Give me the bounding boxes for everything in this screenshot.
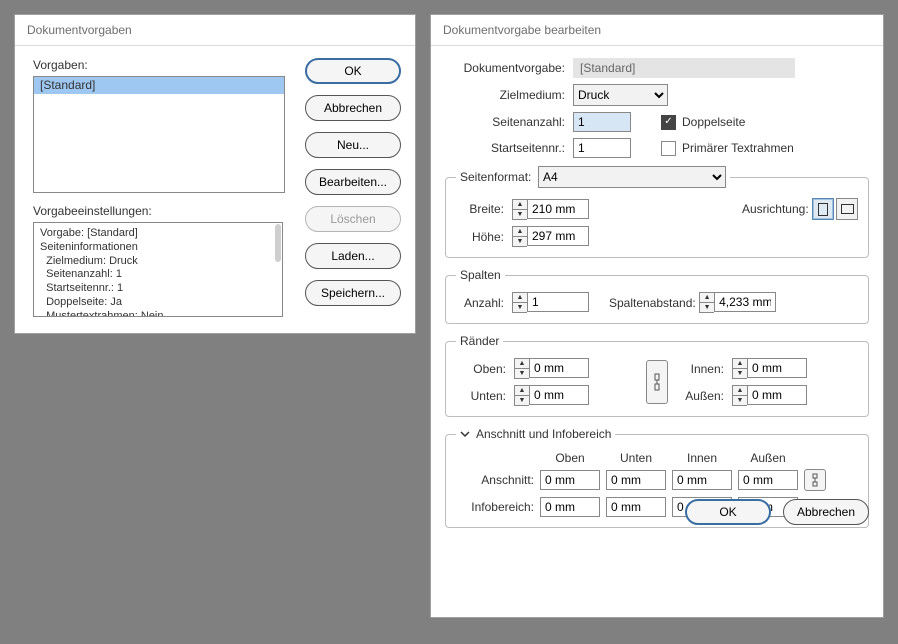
link-margins-button[interactable]	[646, 360, 668, 404]
margin-bottom-spinner[interactable]: ▲▼	[514, 385, 589, 406]
column-count-spinner[interactable]: ▲▼	[512, 292, 589, 313]
preset-item-standard[interactable]: [Standard]	[34, 77, 284, 94]
orientation-landscape-button[interactable]	[836, 198, 858, 220]
column-count-label: Anzahl:	[456, 296, 512, 310]
primary-text-frame-label: Primärer Textrahmen	[682, 141, 794, 155]
settings-textarea[interactable]: Vorgabe: [Standard] Seiteninformationen …	[33, 222, 283, 317]
col-top: Oben	[540, 451, 600, 465]
intent-label: Zielmedium:	[445, 88, 573, 102]
columns-legend: Spalten	[456, 268, 505, 282]
up-icon[interactable]: ▲	[700, 293, 714, 302]
bleed-label: Anschnitt:	[456, 473, 534, 487]
intent-select[interactable]: Druck	[573, 84, 668, 106]
facing-pages-label: Doppelseite	[682, 115, 745, 129]
save-button[interactable]: Speichern...	[305, 280, 401, 306]
bleed-top-input[interactable]	[540, 470, 600, 490]
margin-bottom-label: Unten:	[456, 389, 514, 403]
col-outer: Außen	[738, 451, 798, 465]
height-spinner[interactable]: ▲▼	[512, 226, 589, 247]
edit-document-preset-dialog: Dokumentvorgabe bearbeiten Dokumentvorga…	[430, 14, 884, 618]
cancel-button[interactable]: Abbrechen	[305, 95, 401, 121]
down-icon[interactable]: ▼	[700, 302, 714, 312]
margin-outer-spinner[interactable]: ▲▼	[732, 385, 807, 406]
page-size-select[interactable]: A4	[538, 166, 726, 188]
down-icon[interactable]: ▼	[513, 236, 527, 246]
margin-top-label: Oben:	[456, 362, 514, 376]
preset-name-label: Dokumentvorgabe:	[445, 61, 573, 75]
page-format-group: Seitenformat: A4 Breite: ▲▼ Ausrichtung:…	[445, 166, 869, 258]
presets-listbox[interactable]: [Standard]	[33, 76, 285, 193]
load-button[interactable]: Laden...	[305, 243, 401, 269]
up-icon[interactable]: ▲	[513, 200, 527, 209]
down-icon[interactable]: ▼	[513, 209, 527, 219]
check-icon: ✓	[661, 115, 676, 130]
dialog-title: Dokumentvorgaben	[15, 15, 415, 46]
document-presets-dialog: Dokumentvorgaben Vorgaben: [Standard] OK…	[14, 14, 416, 334]
startpage-label: Startseitennr.:	[445, 141, 573, 155]
facing-pages-checkbox[interactable]: ✓ Doppelseite	[661, 115, 745, 130]
page-format-label: Seitenformat:	[460, 170, 531, 184]
scrollbar-thumb[interactable]	[275, 224, 281, 262]
margin-top-spinner[interactable]: ▲▼	[514, 358, 589, 379]
bleed-inner-input[interactable]	[672, 470, 732, 490]
settings-label: Vorgabeeinstellungen:	[33, 204, 152, 218]
column-gap-label: Spaltenabstand:	[609, 296, 696, 310]
link-icon	[653, 373, 661, 391]
width-label: Breite:	[456, 202, 512, 216]
column-count-input[interactable]	[527, 292, 589, 312]
height-input[interactable]	[527, 226, 589, 246]
ok-button[interactable]: OK	[305, 58, 401, 84]
new-button[interactable]: Neu...	[305, 132, 401, 158]
link-bleed-button[interactable]	[804, 469, 826, 491]
col-inner: Innen	[672, 451, 732, 465]
slug-bottom-input[interactable]	[606, 497, 666, 517]
bleed-bottom-input[interactable]	[606, 470, 666, 490]
pages-label: Seitenanzahl:	[445, 115, 573, 129]
bleed-outer-input[interactable]	[738, 470, 798, 490]
up-icon[interactable]: ▲	[513, 293, 527, 302]
primary-text-frame-checkbox[interactable]: Primärer Textrahmen	[661, 141, 794, 156]
margin-inner-spinner[interactable]: ▲▼	[732, 358, 807, 379]
column-gap-input[interactable]	[714, 292, 776, 312]
height-label: Höhe:	[456, 230, 512, 244]
slug-label: Infobereich:	[456, 500, 534, 514]
bleed-slug-legend: Anschnitt und Infobereich	[476, 427, 611, 441]
link-icon	[811, 473, 819, 487]
width-spinner[interactable]: ▲▼	[512, 199, 589, 220]
delete-button: Löschen	[305, 206, 401, 232]
presets-label: Vorgaben:	[33, 58, 88, 72]
up-icon[interactable]: ▲	[513, 227, 527, 236]
preset-name-field[interactable]: [Standard]	[573, 58, 795, 78]
edit-button[interactable]: Bearbeiten...	[305, 169, 401, 195]
margin-inner-label: Innen:	[674, 362, 732, 376]
margins-group: Ränder Oben: ▲▼ Unten: ▲▼	[445, 334, 869, 417]
bleed-slug-toggle[interactable]: Anschnitt und Infobereich	[456, 427, 615, 441]
orientation-portrait-button[interactable]	[812, 198, 834, 220]
margin-outer-label: Außen:	[674, 389, 732, 403]
check-icon	[661, 141, 676, 156]
down-icon[interactable]: ▼	[513, 302, 527, 312]
columns-group: Spalten Anzahl: ▲▼ Spaltenabstand: ▲▼	[445, 268, 869, 324]
pages-input[interactable]	[573, 112, 631, 132]
col-bottom: Unten	[606, 451, 666, 465]
slug-top-input[interactable]	[540, 497, 600, 517]
margins-legend: Ränder	[456, 334, 503, 348]
width-input[interactable]	[527, 199, 589, 219]
settings-text: Vorgabe: [Standard] Seiteninformationen …	[40, 227, 276, 317]
orientation-label: Ausrichtung:	[742, 202, 809, 216]
chevron-down-icon	[460, 429, 470, 439]
startpage-input[interactable]	[573, 138, 631, 158]
column-gap-spinner[interactable]: ▲▼	[699, 292, 776, 313]
cancel-button[interactable]: Abbrechen	[783, 499, 869, 525]
ok-button[interactable]: OK	[685, 499, 771, 525]
dialog-title: Dokumentvorgabe bearbeiten	[431, 15, 883, 46]
